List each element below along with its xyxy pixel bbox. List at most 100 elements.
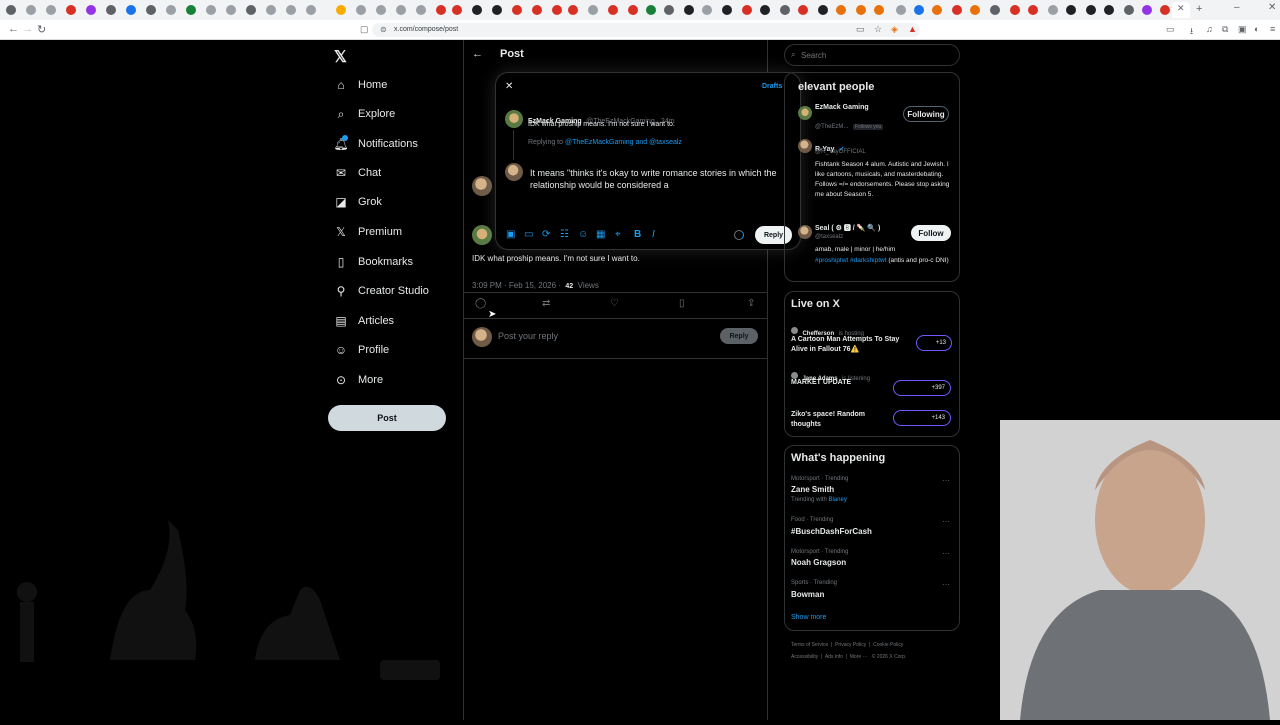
- tab-favicon[interactable]: [306, 5, 316, 15]
- tab-favicon[interactable]: [914, 5, 924, 15]
- tab-favicon[interactable]: [246, 5, 256, 15]
- tab-favicon[interactable]: [896, 5, 906, 15]
- location-icon[interactable]: ⌖: [615, 229, 621, 240]
- schedule-icon[interactable]: ▦: [596, 229, 605, 240]
- show-more-link[interactable]: Show more: [791, 614, 826, 621]
- minimize-icon[interactable]: –: [1234, 2, 1240, 13]
- tab-favicon[interactable]: [286, 5, 296, 15]
- cast-icon[interactable]: ▭: [856, 24, 865, 35]
- reload-icon[interactable]: ↻: [37, 23, 46, 36]
- person-name[interactable]: Seal ( ⚙ 🅱 / 🍡 🔍 ): [815, 223, 880, 233]
- tab-favicon[interactable]: [86, 5, 96, 15]
- reply-button[interactable]: Reply: [720, 328, 758, 344]
- drafts-link[interactable]: Drafts: [762, 83, 782, 90]
- tab-favicon[interactable]: [608, 5, 618, 15]
- tab-favicon[interactable]: [46, 5, 56, 15]
- avatar[interactable]: [472, 176, 492, 196]
- bookmark-icon[interactable]: ▯: [679, 298, 685, 309]
- tab-favicon[interactable]: [226, 5, 236, 15]
- poll-icon[interactable]: ☷: [560, 229, 569, 240]
- window-close-icon[interactable]: ✕: [1268, 2, 1276, 13]
- avatar[interactable]: [505, 110, 523, 128]
- tab-favicon[interactable]: [66, 5, 76, 15]
- trend-name[interactable]: Noah Gragson: [791, 558, 846, 567]
- footer-link[interactable]: Terms of Service: [791, 642, 828, 648]
- bio-hashtags[interactable]: #proshiptwt #darkshiptwt: [815, 257, 887, 264]
- bookmark-page-icon[interactable]: ▢: [360, 24, 369, 35]
- share-icon[interactable]: ⇪: [747, 298, 755, 309]
- tab-favicon[interactable]: [646, 5, 656, 15]
- tab-favicon[interactable]: [664, 5, 674, 15]
- trend-name[interactable]: Bowman: [791, 590, 824, 599]
- tab-favicon[interactable]: [266, 5, 276, 15]
- site-info-icon[interactable]: ⊜: [380, 25, 387, 34]
- tab-favicon[interactable]: [970, 5, 980, 15]
- tab-favicon[interactable]: [452, 5, 462, 15]
- tab-favicon[interactable]: [722, 5, 732, 15]
- tab-favicon[interactable]: [186, 5, 196, 15]
- bold-icon[interactable]: B: [634, 229, 641, 240]
- footer-link[interactable]: Accessibility: [791, 654, 818, 660]
- tab-favicon[interactable]: [166, 5, 176, 15]
- more-options-icon[interactable]: ···: [942, 517, 950, 526]
- trend-extra-link[interactable]: Blaney: [828, 497, 846, 503]
- tab-favicon[interactable]: [26, 5, 36, 15]
- tab-favicon[interactable]: [990, 5, 1000, 15]
- sidebar-item-more[interactable]: ⊙ More: [334, 367, 383, 393]
- emoji-icon[interactable]: ☺: [578, 229, 588, 240]
- sidebar-item-bookmarks[interactable]: ▯ Bookmarks: [334, 249, 413, 275]
- italic-icon[interactable]: I: [652, 229, 655, 240]
- tab-favicon[interactable]: [932, 5, 942, 15]
- tab-favicon[interactable]: [1160, 5, 1170, 15]
- like-icon[interactable]: ♡: [610, 298, 619, 309]
- tab-favicon[interactable]: [146, 5, 156, 15]
- tab-favicon[interactable]: [1010, 5, 1020, 15]
- tab-favicon[interactable]: [416, 5, 426, 15]
- profile-icon[interactable]: ◐: [1254, 24, 1259, 34]
- sidebar-item-grok[interactable]: ◪ Grok: [334, 189, 382, 215]
- avatar[interactable]: [798, 225, 812, 239]
- sidebar-item-chat[interactable]: ✉ Chat: [334, 160, 381, 186]
- sidebar-item-articles[interactable]: ▤ Articles: [334, 308, 394, 334]
- active-tab[interactable]: ✕: [1172, 2, 1190, 18]
- avatar[interactable]: [798, 106, 812, 120]
- reply-input[interactable]: Post your reply: [498, 331, 558, 341]
- star-icon[interactable]: ☆: [874, 24, 882, 35]
- tab-favicon[interactable]: [836, 5, 846, 15]
- compose-textarea[interactable]: It means "thinks it's okay to write roma…: [530, 167, 780, 191]
- tab-favicon[interactable]: [436, 5, 446, 15]
- sidebar-item-profile[interactable]: ☺ Profile: [334, 337, 389, 363]
- tab-favicon[interactable]: [356, 5, 366, 15]
- tab-favicon[interactable]: [760, 5, 770, 15]
- download-icon[interactable]: ⭳: [1190, 24, 1193, 40]
- tab-favicon[interactable]: [780, 5, 790, 15]
- person-name[interactable]: EzMack Gaming: [815, 104, 869, 111]
- media-icon[interactable]: ♫: [1206, 24, 1213, 34]
- alert-icon[interactable]: ▲: [908, 24, 917, 34]
- trend-name[interactable]: #BuschDashForCash: [791, 527, 872, 536]
- sidebar-item-notifications[interactable]: 🔔︎ Notifications: [333, 131, 418, 157]
- tab-favicon[interactable]: [106, 5, 116, 15]
- footer-link[interactable]: More ···: [850, 654, 868, 660]
- back-icon[interactable]: ←: [8, 23, 19, 35]
- tab-favicon[interactable]: [588, 5, 598, 15]
- tab-favicon[interactable]: [798, 5, 808, 15]
- tab-favicon[interactable]: [952, 5, 962, 15]
- brave-shield-icon[interactable]: ◈: [891, 24, 898, 35]
- image-icon[interactable]: ▣: [506, 229, 515, 240]
- tab-favicon[interactable]: [702, 5, 712, 15]
- live-title-text[interactable]: A Cartoon Man Attempts To Stay Alive in …: [791, 335, 901, 355]
- new-tab-icon[interactable]: +: [1196, 3, 1202, 15]
- more-options-icon[interactable]: ···: [942, 580, 950, 589]
- live-listeners[interactable]: +143: [893, 410, 951, 426]
- tab-favicon[interactable]: [1066, 5, 1076, 15]
- sidebar-item-explore[interactable]: ⌕ Explore: [334, 101, 396, 127]
- footer-link[interactable]: Cookie Policy: [873, 642, 903, 648]
- tab-favicon[interactable]: [856, 5, 866, 15]
- sidebar-item-home[interactable]: ⌂ Home: [334, 72, 387, 98]
- tab-favicon[interactable]: [742, 5, 752, 15]
- live-listeners[interactable]: +13: [916, 335, 952, 351]
- replying-to-users[interactable]: @TheEzMackGaming and @taxsealz: [565, 139, 682, 146]
- live-title-text[interactable]: MARKET UPDATE: [791, 379, 851, 386]
- tab-favicon[interactable]: [568, 5, 578, 15]
